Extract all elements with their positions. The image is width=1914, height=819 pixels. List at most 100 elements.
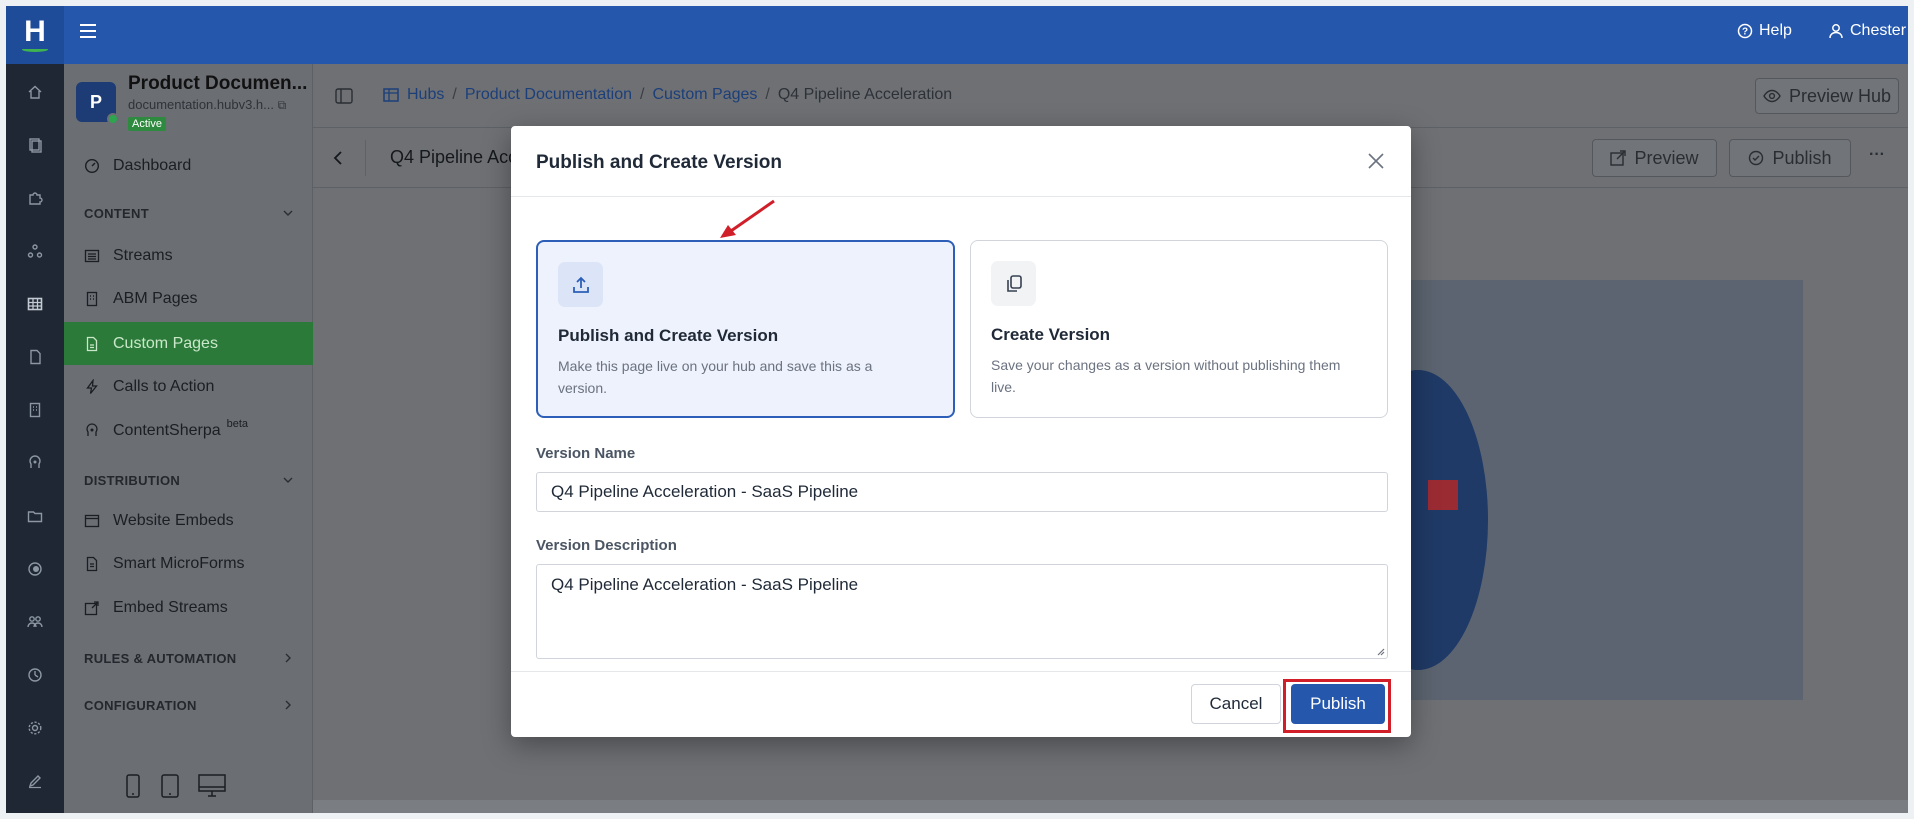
more-options-icon[interactable]: ···	[1869, 146, 1885, 164]
close-icon[interactable]	[1367, 152, 1385, 170]
logo-swoosh	[22, 47, 48, 52]
external-link-icon	[1610, 150, 1627, 166]
section-distribution[interactable]: DISTRIBUTION	[84, 473, 180, 488]
sidebar-item-label: Website Embeds	[113, 512, 234, 529]
annotation-highlight-box	[1283, 679, 1391, 733]
hub-url[interactable]: documentation.hubv3.h... ⧉	[128, 97, 286, 113]
sidebar-item-label: ABM Pages	[113, 290, 198, 307]
help-label: Help	[1759, 22, 1792, 39]
help-button[interactable]: ? Help	[1737, 22, 1792, 40]
app-logo[interactable]: H	[6, 6, 64, 64]
chevron-right-icon[interactable]	[282, 699, 294, 711]
analytics-icon[interactable]	[27, 667, 43, 683]
menu-icon[interactable]	[80, 24, 98, 38]
chevron-right-icon[interactable]	[282, 652, 294, 664]
sidebar-item-label: ContentSherpa beta	[113, 418, 248, 440]
pages-icon[interactable]	[27, 137, 43, 153]
brain-icon[interactable]	[27, 455, 43, 471]
back-arrow-icon[interactable]	[332, 150, 344, 166]
breadcrumb-product-documentation[interactable]: Product Documentation	[465, 86, 632, 104]
breadcrumb-separator: /	[452, 86, 457, 103]
sidebar-item-calls-to-action[interactable]: Calls to Action	[64, 367, 313, 407]
toggle-icon[interactable]	[27, 561, 43, 577]
sidebar-item-label: Streams	[113, 247, 173, 264]
home-icon[interactable]	[27, 84, 43, 100]
option-publish-and-create-version[interactable]: Publish and Create Version Make this pag…	[536, 240, 955, 418]
version-description-value: Q4 Pipeline Acceleration - SaaS Pipeline	[551, 575, 859, 594]
external-link-icon[interactable]: ⧉	[278, 98, 287, 112]
hub-title[interactable]: Product Documen...	[128, 73, 308, 95]
network-icon[interactable]	[27, 243, 43, 259]
sidebar-item-custom-pages[interactable]: Custom Pages	[64, 322, 313, 365]
option-create-version[interactable]: Create Version Save your changes as a ve…	[970, 240, 1388, 418]
option-title: Publish and Create Version	[558, 326, 779, 345]
breadcrumb-hubs[interactable]: Hubs	[407, 86, 444, 104]
publish-modal: Publish and Create Version Publish and C…	[511, 126, 1411, 737]
modal-header: Publish and Create Version	[511, 126, 1411, 197]
sidebar-item-label: Embed Streams	[113, 599, 228, 616]
sidebar-toggle-icon[interactable]	[335, 88, 353, 104]
dashboard-icon	[84, 158, 100, 174]
sidebar-item-embed-streams[interactable]: Embed Streams	[64, 588, 313, 628]
publish-toolbar-label: Publish	[1772, 147, 1832, 168]
version-description-textarea[interactable]: Q4 Pipeline Acceleration - SaaS Pipeline	[536, 564, 1388, 659]
svg-text:?: ?	[1742, 27, 1748, 38]
preview-button[interactable]: Preview	[1592, 139, 1717, 177]
sidebar-item-label: Calls to Action	[113, 378, 215, 395]
status-badge: Active	[128, 117, 166, 131]
desktop-icon[interactable]	[198, 774, 226, 798]
grid-icon	[383, 88, 399, 102]
user-icon	[1829, 24, 1843, 39]
divider	[365, 140, 366, 176]
sidebar-item-abm-pages[interactable]: ABM Pages	[64, 279, 313, 319]
document-icon[interactable]	[27, 349, 43, 365]
folder-icon[interactable]	[27, 508, 43, 524]
version-name-input[interactable]	[536, 472, 1388, 512]
share-icon	[84, 601, 99, 616]
resize-handle-icon[interactable]	[1375, 646, 1385, 656]
tablet-icon[interactable]	[160, 774, 180, 798]
sidebar-item-contentsherpa[interactable]: ContentSherpa beta	[64, 411, 313, 451]
bottom-scrollbar[interactable]	[313, 800, 1908, 813]
breadcrumb-current: Q4 Pipeline Acceleration	[777, 86, 953, 103]
page-preview-image	[1388, 280, 1803, 700]
breadcrumb: Hubs / Product Documentation / Custom Pa…	[383, 86, 952, 104]
users-icon[interactable]	[27, 614, 43, 630]
edit-icon[interactable]	[27, 773, 43, 789]
breadcrumb-separator: /	[765, 86, 770, 103]
window-icon	[84, 514, 100, 528]
breadcrumb-custom-pages[interactable]: Custom Pages	[652, 86, 757, 104]
cancel-button[interactable]: Cancel	[1191, 684, 1281, 724]
puzzle-icon[interactable]	[27, 190, 43, 206]
brain-icon	[86, 423, 98, 436]
beta-tag: beta	[226, 418, 249, 430]
chevron-down-icon[interactable]	[282, 207, 294, 219]
section-content[interactable]: CONTENT	[84, 206, 149, 221]
icon-rail	[6, 64, 64, 813]
top-bar	[6, 6, 1908, 64]
building-icon	[86, 291, 98, 307]
publish-toolbar-button[interactable]: Publish	[1729, 139, 1851, 177]
grid-icon[interactable]	[27, 296, 43, 312]
form-icon	[86, 556, 98, 572]
version-name-label: Version Name	[536, 445, 636, 462]
sidebar-item-website-embeds[interactable]: Website Embeds	[64, 501, 313, 541]
hub-avatar-letter: P	[89, 91, 102, 112]
mobile-icon[interactable]	[124, 774, 142, 798]
sidebar-item-smart-microforms[interactable]: Smart MicroForms	[64, 544, 313, 584]
bolt-icon	[86, 379, 98, 394]
page-title: Q4 Pipeline Acc	[390, 147, 518, 167]
user-menu[interactable]: Chester	[1828, 22, 1906, 40]
preview-hub-button[interactable]: Preview Hub	[1755, 78, 1899, 114]
sidebar-item-label: Smart MicroForms	[113, 555, 245, 572]
sidebar-item-dashboard[interactable]: Dashboard	[64, 146, 313, 186]
sidebar-item-streams[interactable]: Streams	[64, 236, 313, 276]
breadcrumb-bar: Hubs / Product Documentation / Custom Pa…	[313, 64, 1908, 128]
chevron-down-icon[interactable]	[282, 474, 294, 486]
building-icon[interactable]	[27, 402, 43, 418]
section-configuration[interactable]: CONFIGURATION	[84, 698, 197, 713]
gear-icon[interactable]	[27, 720, 43, 736]
section-rules-automation[interactable]: RULES & AUTOMATION	[84, 651, 237, 666]
copy-icon	[991, 261, 1036, 306]
page-icon	[86, 336, 98, 352]
